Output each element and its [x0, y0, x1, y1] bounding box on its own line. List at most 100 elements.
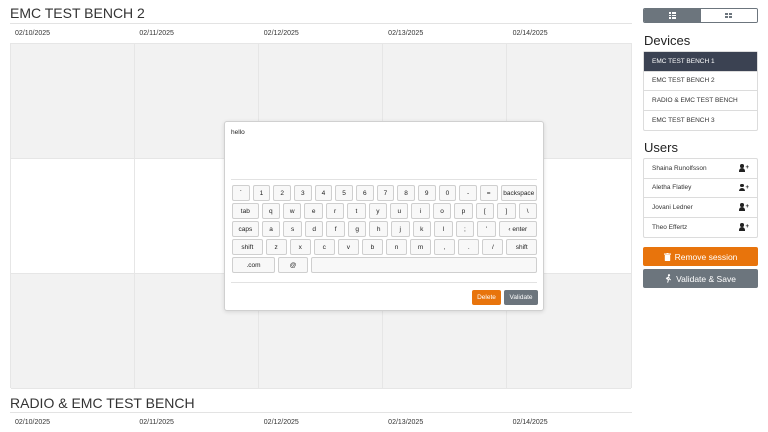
- date-header-row: 02/10/2025 02/11/2025 02/12/2025 02/13/2…: [10, 414, 632, 432]
- device-item[interactable]: EMC TEST BENCH 2: [644, 72, 757, 91]
- date-header: 02/10/2025: [15, 30, 51, 37]
- key[interactable]: s: [283, 221, 302, 237]
- device-item[interactable]: RADIO & EMC TEST BENCH: [644, 91, 757, 111]
- key[interactable]: ;: [455, 221, 475, 237]
- key[interactable]: i: [411, 203, 430, 219]
- virtual-keyboard-dialog: hello ` 1 2 3 4 5 6 7 8 9 0 - = backspac…: [224, 121, 544, 311]
- key[interactable]: c: [313, 239, 335, 255]
- bench-title: RADIO & EMC TEST BENCH: [10, 395, 195, 411]
- key[interactable]: ': [477, 221, 496, 237]
- key[interactable]: 6: [355, 185, 374, 201]
- key[interactable]: =: [479, 185, 498, 201]
- user-item: Jovani Ledner +: [644, 198, 757, 218]
- key[interactable]: 1: [252, 185, 271, 201]
- user-item: Shaina Runolfsson +: [644, 159, 757, 179]
- space-key[interactable]: [311, 257, 538, 273]
- key[interactable]: w: [283, 203, 302, 219]
- user-name: Theo Effertz: [652, 223, 688, 231]
- users-heading: Users: [644, 140, 678, 155]
- key[interactable]: d: [304, 221, 324, 237]
- title-divider: [10, 23, 632, 24]
- grid-view-button[interactable]: [700, 9, 757, 22]
- date-header: 02/11/2025: [139, 30, 174, 37]
- key[interactable]: `: [232, 185, 250, 201]
- date-header: 02/12/2025: [263, 419, 299, 426]
- key[interactable]: u: [390, 203, 409, 219]
- key[interactable]: l: [434, 221, 453, 237]
- delete-button[interactable]: Delete: [472, 290, 501, 305]
- date-header: 02/10/2025: [15, 419, 51, 426]
- key[interactable]: 5: [335, 185, 353, 201]
- keyboard-row: tab q w e r t y u i o p [ ] \: [232, 203, 537, 219]
- key[interactable]: t: [347, 203, 366, 219]
- key[interactable]: /: [482, 239, 504, 255]
- key[interactable]: 8: [397, 185, 415, 201]
- caps-key[interactable]: caps: [232, 221, 259, 237]
- date-header: 02/14/2025: [512, 30, 548, 37]
- list-view-button[interactable]: [644, 9, 701, 22]
- key[interactable]: v: [337, 239, 359, 255]
- key[interactable]: z: [265, 239, 287, 255]
- key[interactable]: 7: [376, 185, 395, 201]
- key[interactable]: k: [412, 221, 432, 237]
- title-divider: [10, 412, 632, 413]
- key[interactable]: ,: [434, 239, 456, 255]
- key[interactable]: 2: [273, 185, 291, 201]
- user-item: Theo Effertz +: [644, 218, 757, 238]
- key[interactable]: e: [304, 203, 323, 219]
- tab-key[interactable]: tab: [232, 203, 259, 219]
- backspace-key[interactable]: backspace: [500, 185, 537, 201]
- key[interactable]: o: [432, 203, 452, 219]
- user-name: Jovani Ledner: [652, 203, 693, 211]
- bench-title: EMC TEST BENCH 2: [10, 5, 145, 21]
- add-user-icon[interactable]: +: [739, 164, 749, 172]
- key[interactable]: p: [454, 203, 473, 219]
- key[interactable]: [: [475, 203, 495, 219]
- key[interactable]: m: [410, 239, 432, 255]
- key[interactable]: y: [368, 203, 388, 219]
- add-user-icon[interactable]: +: [739, 183, 749, 192]
- key[interactable]: b: [361, 239, 383, 255]
- page: EMC TEST BENCH 2 02/10/2025 02/11/2025 0…: [0, 0, 768, 432]
- keyboard-row: ` 1 2 3 4 5 6 7 8 9 0 - = backspace: [232, 185, 537, 201]
- remove-session-button[interactable]: Remove session: [643, 247, 758, 266]
- devices-heading: Devices: [644, 33, 691, 48]
- key[interactable]: x: [289, 239, 311, 255]
- key[interactable]: n: [386, 239, 408, 255]
- key[interactable]: ]: [497, 203, 516, 219]
- device-item[interactable]: EMC TEST BENCH 3: [644, 111, 757, 131]
- key[interactable]: \: [518, 203, 537, 219]
- key[interactable]: 3: [293, 185, 312, 201]
- dotcom-key[interactable]: .com: [232, 257, 276, 273]
- key[interactable]: r: [325, 203, 345, 219]
- keyboard-text-area[interactable]: hello: [231, 129, 245, 136]
- key[interactable]: h: [369, 221, 388, 237]
- validate-button[interactable]: Validate: [504, 290, 538, 305]
- shift-key[interactable]: shift: [232, 239, 263, 255]
- key[interactable]: q: [261, 203, 281, 219]
- enter-key[interactable]: ‹ enter: [498, 221, 538, 237]
- key[interactable]: .: [458, 239, 480, 255]
- at-key[interactable]: @: [278, 257, 309, 273]
- key[interactable]: -: [459, 185, 477, 201]
- key[interactable]: a: [261, 221, 281, 237]
- date-header: 02/13/2025: [388, 419, 424, 426]
- validate-save-button[interactable]: Validate & Save: [643, 269, 758, 288]
- key[interactable]: f: [326, 221, 345, 237]
- calendar-cell[interactable]: [11, 159, 135, 274]
- key[interactable]: 9: [417, 185, 436, 201]
- keyboard: ` 1 2 3 4 5 6 7 8 9 0 - = backspace tab …: [232, 185, 538, 275]
- date-header: 02/11/2025: [139, 419, 174, 426]
- add-user-icon[interactable]: +: [739, 203, 749, 211]
- key[interactable]: g: [347, 221, 367, 237]
- validate-save-label: Validate & Save: [676, 273, 736, 284]
- calendar-cell[interactable]: [11, 44, 135, 159]
- date-header-row: 02/10/2025 02/11/2025 02/12/2025 02/13/2…: [10, 25, 632, 43]
- device-item[interactable]: EMC TEST BENCH 1: [644, 52, 757, 72]
- key[interactable]: j: [390, 221, 410, 237]
- key[interactable]: 4: [314, 185, 333, 201]
- shift-key[interactable]: shift: [506, 239, 537, 255]
- add-user-icon[interactable]: +: [739, 223, 749, 231]
- key[interactable]: 0: [438, 185, 457, 201]
- calendar-cell[interactable]: [11, 274, 135, 389]
